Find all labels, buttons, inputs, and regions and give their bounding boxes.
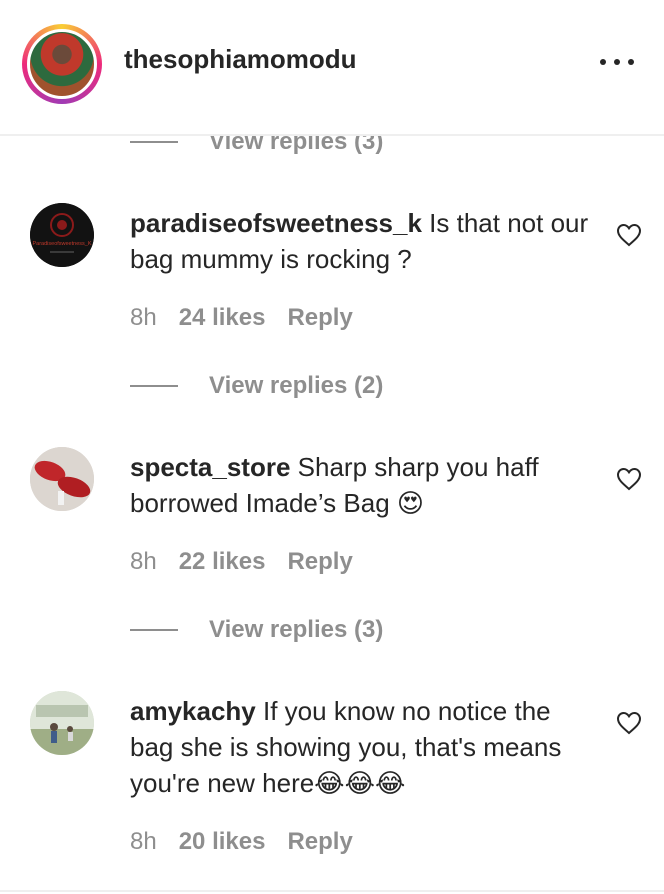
avatar[interactable] xyxy=(30,691,94,755)
view-replies-label: View replies (3) xyxy=(209,616,384,643)
view-replies-button[interactable]: View replies (2) xyxy=(130,371,383,401)
comment-text: amykachy If you know no notice the bag s… xyxy=(130,693,590,801)
likes-count[interactable]: 24 likes xyxy=(179,304,266,332)
avatar[interactable]: Paradiseofsweetness_K xyxy=(30,203,94,267)
comment-time: 8h xyxy=(130,304,157,331)
replies-divider-line xyxy=(130,629,178,631)
comment-time: 8h xyxy=(130,548,157,575)
header-username[interactable]: thesophiamomodu xyxy=(124,44,357,75)
avatar-shoes-image xyxy=(30,447,94,511)
comment-meta: 8h 24 likes Reply xyxy=(130,304,353,332)
reply-button[interactable]: Reply xyxy=(287,304,352,332)
avatar-outdoor-image xyxy=(30,691,94,755)
view-replies-button[interactable]: View replies (3) xyxy=(130,615,383,645)
heart-icon[interactable] xyxy=(616,467,642,491)
likes-count[interactable]: 20 likes xyxy=(179,828,266,856)
comment-text: paradiseofsweetness_k Is that not our ba… xyxy=(130,205,590,277)
comment-meta: 8h 22 likes Reply xyxy=(130,548,353,576)
view-replies-label: View replies (2) xyxy=(209,372,384,399)
profile-avatar[interactable] xyxy=(22,24,102,104)
comment-text: specta_store Sharp sharp you haff borrow… xyxy=(130,449,590,521)
comment-username[interactable]: specta_store xyxy=(130,452,290,482)
likes-count[interactable]: 22 likes xyxy=(179,548,266,576)
avatar[interactable] xyxy=(30,447,94,511)
reply-button[interactable]: Reply xyxy=(287,548,352,576)
profile-photo xyxy=(27,29,97,99)
comment-time: 8h xyxy=(130,828,157,855)
comment-username[interactable]: paradiseofsweetness_k xyxy=(130,208,422,238)
post-header: thesophiamomodu xyxy=(0,0,664,136)
svg-text:Paradiseofsweetness_K: Paradiseofsweetness_K xyxy=(32,241,91,247)
more-options-icon[interactable] xyxy=(600,52,634,72)
replies-divider-line xyxy=(130,141,178,143)
replies-divider-line xyxy=(130,385,178,387)
comment-meta: 8h 20 likes Reply xyxy=(130,828,353,856)
heart-icon[interactable] xyxy=(616,223,642,247)
reply-button[interactable]: Reply xyxy=(287,828,352,856)
heart-icon[interactable] xyxy=(616,711,642,735)
bottom-divider xyxy=(0,890,664,892)
comment-username[interactable]: amykachy xyxy=(130,696,256,726)
avatar-logo-icon: Paradiseofsweetness_K xyxy=(30,203,94,267)
